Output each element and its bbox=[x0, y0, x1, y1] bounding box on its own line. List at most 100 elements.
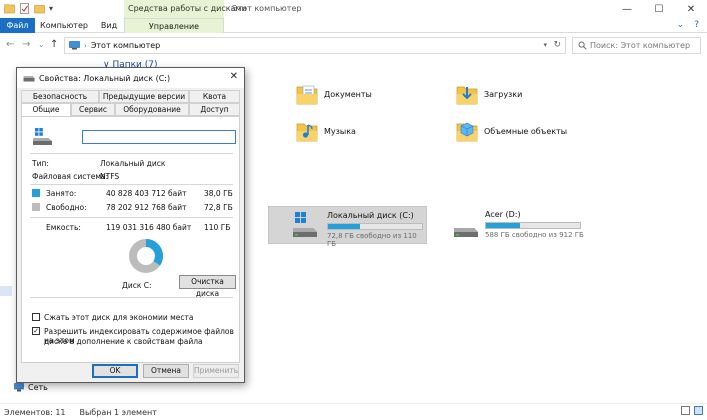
general-tab-panel: Тип: Локальный диск Файловая система: NT… bbox=[21, 116, 240, 363]
music-folder-icon bbox=[296, 123, 318, 142]
tab-general[interactable]: Общие bbox=[21, 103, 71, 117]
tab-hardware[interactable]: Оборудование bbox=[115, 103, 189, 116]
filesystem-label: Файловая система: bbox=[32, 172, 109, 181]
ribbon-expand-icon[interactable]: ⌄ bbox=[677, 20, 685, 30]
ribbon-right: ⌄ ? bbox=[677, 20, 699, 30]
used-gb: 38,0 ГБ bbox=[204, 189, 233, 198]
refresh-icon[interactable]: ↻ bbox=[553, 40, 561, 50]
folder-documents[interactable]: Документы bbox=[296, 82, 372, 106]
address-dropdown-icon[interactable]: ▾ bbox=[543, 41, 547, 49]
hard-drive-icon bbox=[454, 228, 478, 237]
selected-nav-item[interactable] bbox=[0, 286, 12, 296]
recent-locations-icon[interactable]: ⌄ bbox=[38, 40, 45, 49]
compress-checkbox[interactable] bbox=[32, 313, 40, 321]
dialog-title-bar: Свойства: Локальный диск (C:) ✕ bbox=[17, 68, 244, 88]
item-count: Элементов: 11 bbox=[4, 407, 66, 417]
disk-label: Диск C: bbox=[122, 281, 152, 290]
folder-music[interactable]: Музыка bbox=[296, 119, 356, 143]
tab-security[interactable]: Безопасность bbox=[21, 90, 99, 103]
disk-cleanup-button[interactable]: Очистка диска bbox=[179, 275, 236, 298]
folder-3d-objects[interactable]: Объемные объекты bbox=[456, 119, 567, 143]
3d-objects-folder-icon bbox=[456, 122, 478, 142]
dialog-title: Свойства: Локальный диск (C:) bbox=[39, 73, 171, 83]
details-view-icon[interactable] bbox=[681, 406, 690, 415]
documents-folder-icon bbox=[296, 85, 318, 105]
navigation-pane bbox=[0, 58, 14, 400]
up-arrow-icon[interactable]: ↑ bbox=[50, 39, 58, 50]
folder-label: Документы bbox=[324, 89, 372, 99]
close-button[interactable]: ✕ bbox=[675, 0, 707, 18]
search-icon bbox=[578, 41, 587, 50]
tab-computer[interactable]: Компьютер bbox=[38, 18, 90, 33]
index-label-line2: диске в дополнение к свойствам файла bbox=[44, 337, 203, 346]
navigation-bar: ← → ⌄ ↑ › Этот компьютер ▾ ↻ Поиск: Этот… bbox=[0, 34, 707, 56]
tab-file[interactable]: Файл bbox=[0, 18, 35, 33]
tab-access[interactable]: Доступ bbox=[189, 103, 240, 116]
drive-free-space: 72,8 ГБ свободно из 110 ГБ bbox=[327, 232, 417, 248]
help-icon[interactable]: ? bbox=[694, 20, 699, 30]
search-placeholder: Поиск: Этот компьютер bbox=[590, 41, 691, 50]
drive-name: Acer (D:) bbox=[485, 210, 521, 219]
type-value: Локальный диск bbox=[100, 159, 166, 168]
capacity-bytes: 119 031 316 480 байт bbox=[106, 223, 192, 232]
filesystem-value: NTFS bbox=[100, 172, 120, 181]
explorer-icon bbox=[4, 4, 15, 14]
used-bytes: 40 828 403 712 байт bbox=[106, 189, 187, 198]
drive-large-icon bbox=[33, 128, 52, 145]
quick-access-toolbar: ▾ bbox=[4, 3, 53, 14]
index-checkbox[interactable]: ✓ bbox=[32, 327, 40, 335]
minimize-button[interactable]: — bbox=[611, 0, 643, 18]
used-label: Занято: bbox=[46, 189, 77, 198]
qat-dropdown-icon[interactable]: ▾ bbox=[49, 4, 53, 13]
properties-icon[interactable] bbox=[19, 3, 30, 14]
drive-usage-bar bbox=[485, 222, 581, 229]
back-arrow-icon[interactable]: ← bbox=[6, 39, 14, 50]
capacity-label: Емкость: bbox=[46, 223, 81, 232]
ribbon-tabs: Файл Компьютер Вид Управление ⌄ ? bbox=[0, 18, 707, 33]
address-bar[interactable]: › Этот компьютер ▾ ↻ bbox=[64, 37, 566, 54]
window-title: Этот компьютер bbox=[232, 4, 302, 13]
tiles-view-icon[interactable] bbox=[694, 406, 703, 415]
window-controls: — ☐ ✕ bbox=[611, 0, 707, 18]
maximize-button[interactable]: ☐ bbox=[643, 0, 675, 18]
free-gb: 72,8 ГБ bbox=[204, 203, 233, 212]
divider bbox=[30, 153, 233, 154]
apply-button[interactable]: Применить bbox=[193, 364, 239, 378]
tab-tools[interactable]: Сервис bbox=[71, 103, 115, 116]
computer-icon bbox=[69, 41, 80, 50]
tab-manage[interactable]: Управление bbox=[124, 18, 224, 33]
drive-c[interactable]: Локальный диск (C:) 72,8 ГБ свободно из … bbox=[268, 206, 427, 248]
dialog-close-button[interactable]: ✕ bbox=[230, 71, 238, 82]
capacity-gb: 110 ГБ bbox=[204, 223, 231, 232]
tab-view[interactable]: Вид bbox=[94, 18, 124, 33]
drive-d[interactable]: Acer (D:) 588 ГБ свободно из 912 ГБ bbox=[452, 208, 602, 246]
sidebar-item-network[interactable]: Сеть bbox=[14, 383, 48, 392]
downloads-folder-icon bbox=[456, 86, 478, 105]
used-space-swatch bbox=[32, 189, 40, 197]
drive-usage-fill bbox=[486, 223, 520, 228]
type-label: Тип: bbox=[32, 159, 49, 168]
breadcrumb-chevron-icon[interactable]: › bbox=[84, 42, 87, 50]
disk-usage-donut bbox=[129, 239, 163, 273]
divider bbox=[30, 184, 233, 185]
search-box[interactable]: Поиск: Этот компьютер bbox=[572, 37, 701, 54]
free-bytes: 78 202 912 768 байт bbox=[106, 203, 187, 212]
drive-name-input[interactable] bbox=[82, 130, 236, 144]
free-label: Свободно: bbox=[46, 203, 87, 212]
compress-label: Сжать этот диск для экономии места bbox=[44, 313, 194, 322]
new-folder-icon[interactable] bbox=[34, 3, 45, 14]
drive-icon bbox=[23, 76, 35, 82]
free-space-swatch bbox=[32, 203, 40, 211]
system-drive-icon bbox=[293, 212, 317, 237]
address-text: Этот компьютер bbox=[90, 41, 161, 50]
folder-label: Музыка bbox=[324, 126, 356, 136]
tab-previous-versions[interactable]: Предыдущие версии bbox=[99, 90, 189, 103]
tab-quota[interactable]: Квота bbox=[189, 90, 240, 103]
cancel-button[interactable]: Отмена bbox=[143, 364, 189, 378]
network-icon bbox=[14, 383, 24, 392]
folder-label: Объемные объекты bbox=[484, 126, 568, 136]
forward-arrow-icon[interactable]: → bbox=[22, 39, 30, 50]
ok-button[interactable]: OK bbox=[92, 364, 138, 378]
view-switcher bbox=[681, 406, 703, 415]
folder-downloads[interactable]: Загрузки bbox=[456, 82, 522, 106]
